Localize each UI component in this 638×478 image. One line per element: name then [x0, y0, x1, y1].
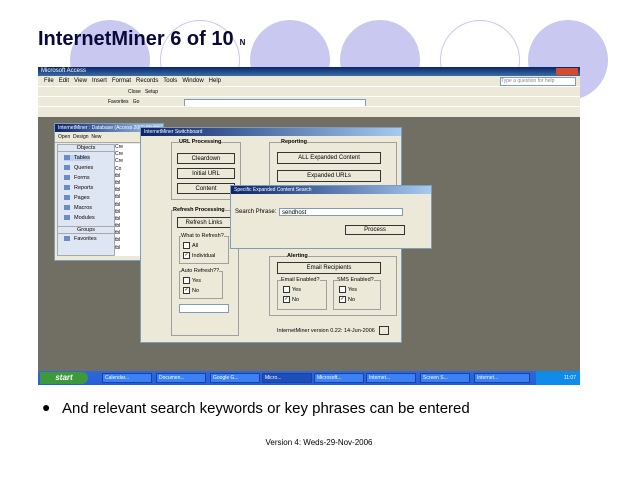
toolbar-favorites[interactable]: Favorites [38, 99, 129, 105]
system-tray: 11:07 [536, 371, 580, 385]
access-screenshot: Microsoft Access File Edit View Insert F… [38, 67, 580, 385]
task-calendar[interactable]: Calendar... [102, 373, 152, 383]
groups-favorites[interactable]: Favorites [64, 236, 97, 242]
email-no[interactable]: ✓ No [283, 296, 299, 303]
slide-title-text: InternetMiner 6 of 10 [38, 28, 234, 50]
objects-header: Objects [58, 145, 114, 152]
refresh-processing-label: Refresh Processing [173, 207, 225, 213]
refresh-individual-option[interactable]: ✓ Individual [183, 252, 215, 259]
task-screen[interactable]: Screen S... [420, 373, 470, 383]
initial-url-button[interactable]: Initial URL [177, 168, 235, 179]
reporting-label: Reporting [281, 139, 307, 145]
alerting-label: Alerting [287, 253, 308, 259]
objects-macros[interactable]: Macros [64, 205, 92, 211]
objects-bar: Objects Tables Queries Forms Reports Pag… [57, 144, 115, 256]
task-internet-2[interactable]: Internet... [474, 373, 530, 383]
slide-footer: Version 4: Weds-29-Nov-2006 [265, 438, 373, 447]
task-google[interactable]: Google G... [210, 373, 260, 383]
bullet-text: And relevant search keywords or key phra… [62, 400, 470, 417]
refresh-links-button[interactable]: Refresh Links [177, 217, 231, 228]
search-dialog-title: Specific Expanded Content Search [231, 186, 431, 194]
task-document[interactable]: Documen... [156, 373, 206, 383]
clock: 11:07 [563, 375, 576, 381]
auto-refresh-yes[interactable]: Yes [183, 277, 201, 284]
bullet-icon: ● [42, 399, 51, 415]
menu-window[interactable]: Window [182, 78, 203, 84]
macro-icon [64, 205, 70, 211]
menu-edit[interactable]: Edit [59, 78, 69, 84]
objects-modules[interactable]: Modules [64, 215, 95, 221]
refresh-all-option[interactable]: All [183, 242, 198, 249]
db-design-button[interactable]: Design [73, 134, 89, 140]
access-title-text: Microsoft Access [41, 68, 87, 74]
db-open-button[interactable]: Open [58, 134, 70, 140]
mdi-workspace: InternetMiner : Database (Access 2000 fi… [38, 117, 580, 371]
menu-view[interactable]: View [74, 78, 87, 84]
access-titlebar: Microsoft Access [38, 67, 580, 76]
what-to-refresh-group [179, 236, 229, 264]
menu-records[interactable]: Records [136, 78, 158, 84]
email-enabled-label: Email Enabled? [281, 277, 320, 283]
url-processing-label: URL Processing [179, 139, 222, 145]
table-icon [64, 155, 70, 161]
menu-insert[interactable]: Insert [92, 78, 107, 84]
report-icon [64, 185, 70, 191]
content-button[interactable]: Content [177, 183, 235, 194]
task-micro[interactable]: Micro... [262, 373, 312, 383]
task-microsoft[interactable]: Microsoft... [314, 373, 364, 383]
sms-enabled-group [333, 280, 381, 310]
toolbar-go[interactable]: Go [133, 99, 140, 105]
objects-queries[interactable]: Queries [64, 165, 93, 171]
start-button[interactable]: start [40, 372, 88, 384]
objects-pages[interactable]: Pages [64, 195, 90, 201]
search-dialog: Specific Expanded Content Search Search … [230, 185, 432, 249]
menu-file[interactable]: File [38, 78, 54, 84]
help-search-box[interactable]: Type a question for help [500, 77, 576, 86]
menu-tools[interactable]: Tools [163, 78, 177, 84]
search-phrase-input[interactable]: sendhost [279, 208, 403, 216]
email-recipients-button[interactable]: Email Recipients [277, 262, 381, 274]
toolbar-setup[interactable]: Setup [145, 89, 158, 95]
task-internet-1[interactable]: Internet... [366, 373, 416, 383]
menu-help[interactable]: Help [209, 78, 221, 84]
db-new-button[interactable]: New [91, 134, 101, 140]
auto-refresh-no[interactable]: ✓ No [183, 287, 199, 294]
menu-bar: File Edit View Insert Format Records Too… [38, 76, 580, 86]
cleardown-button[interactable]: Cleardown [177, 153, 235, 164]
objects-forms[interactable]: Forms [64, 175, 90, 181]
info-button[interactable] [379, 326, 389, 335]
slide-title-suffix: N [239, 38, 246, 47]
form-icon [64, 175, 70, 181]
auto-refresh-label: Auto Refresh?? [181, 268, 220, 274]
expanded-url-button[interactable]: Expanded URLs [277, 170, 381, 182]
windows-taskbar: start Calendar... Documen... Google G...… [38, 371, 580, 385]
objects-tables[interactable]: Tables [64, 155, 90, 161]
favorites-icon [64, 236, 70, 242]
window-controls[interactable] [556, 68, 578, 75]
search-phrase-label: Search Phrase: [235, 209, 277, 215]
groups-header: Groups [58, 226, 114, 234]
sms-no[interactable]: ✓ No [339, 296, 355, 303]
version-text: InternetMiner version 0.22: 14-Jun-2006 [277, 328, 375, 334]
toolbar-close[interactable]: Close [38, 89, 141, 95]
menu-format[interactable]: Format [112, 78, 131, 84]
email-yes[interactable]: Yes [283, 286, 301, 293]
all-expanded-content-button[interactable]: ALL Expanded Content [277, 152, 381, 164]
process-button[interactable]: Process [345, 225, 405, 235]
auto-refresh-group [179, 271, 223, 299]
sms-enabled-label: SMS Enabled? [337, 277, 374, 283]
objects-reports[interactable]: Reports [64, 185, 93, 191]
slide-title: InternetMiner 6 of 10 N [38, 28, 245, 51]
query-icon [64, 165, 70, 171]
module-icon [64, 215, 70, 221]
email-enabled-group [277, 280, 327, 310]
sms-yes[interactable]: Yes [339, 286, 357, 293]
refresh-field[interactable] [179, 304, 229, 313]
what-to-refresh-label: What to Refresh? [181, 233, 224, 239]
page-icon [64, 195, 70, 201]
switchboard-title: InternetMiner Switchboard [141, 128, 401, 136]
